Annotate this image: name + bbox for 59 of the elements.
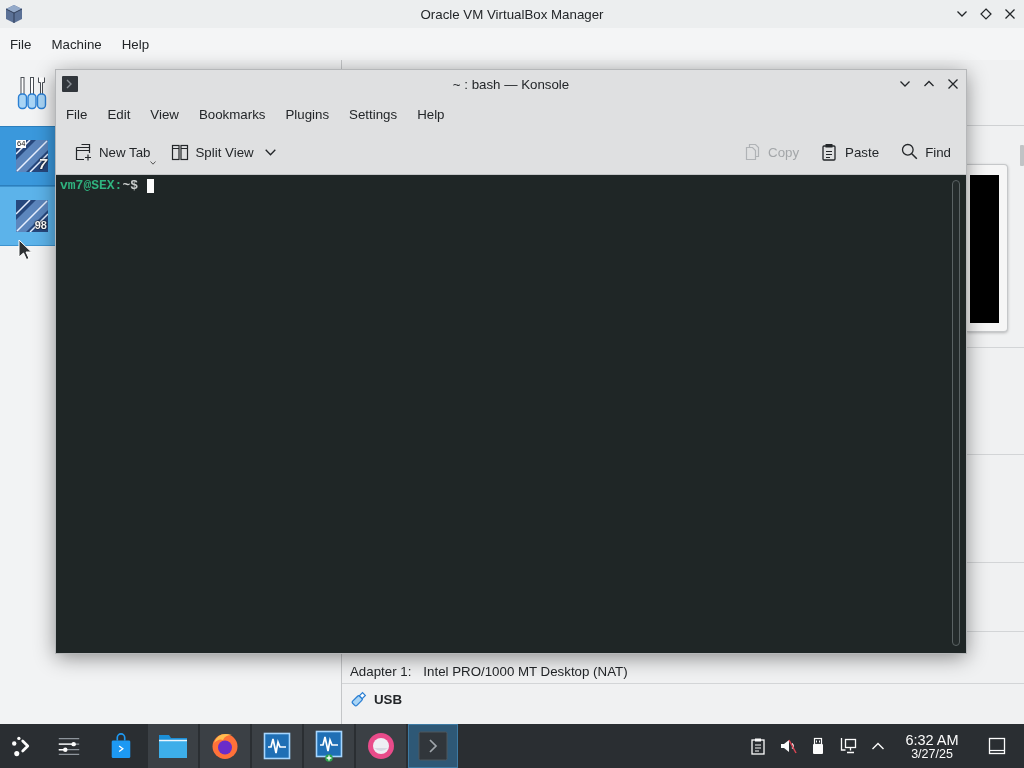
split-view-icon xyxy=(170,143,189,161)
virtual-machine-icon xyxy=(263,732,291,760)
menu-item[interactable]: File xyxy=(0,33,42,55)
web-browser-icon xyxy=(211,732,239,760)
menu-item[interactable]: Machine xyxy=(41,33,112,55)
close-icon[interactable] xyxy=(947,78,959,90)
maximize-icon[interactable] xyxy=(980,8,992,20)
paste-button[interactable]: Paste xyxy=(815,139,886,165)
usb-stick-icon xyxy=(350,690,368,708)
window-title: ~ : bash — Konsole xyxy=(452,76,570,92)
network-icon[interactable] xyxy=(839,737,857,755)
search-icon xyxy=(901,143,919,161)
terminal-icon xyxy=(418,731,448,761)
os-logo-icon xyxy=(16,200,48,232)
virtual-machine-add-icon xyxy=(315,730,343,762)
section-title: USB xyxy=(374,691,403,707)
os-version-label: 98 xyxy=(34,219,47,231)
detail-value: Intel PRO/1000 MT Desktop (NAT) xyxy=(423,664,628,680)
taskbar-button[interactable] xyxy=(356,724,406,768)
close-icon[interactable] xyxy=(1004,8,1016,20)
folder-icon xyxy=(158,733,188,759)
new-tab-icon xyxy=(74,143,92,161)
menu-item[interactable]: Bookmarks xyxy=(188,103,276,125)
terminal-prompt: vm7@SEX:~$ xyxy=(60,178,139,194)
volume-muted-icon[interactable] xyxy=(779,737,797,755)
paste-icon xyxy=(821,143,839,161)
clipboard-icon[interactable] xyxy=(749,737,767,755)
tools-icon[interactable] xyxy=(17,76,47,110)
caret-down-icon[interactable] xyxy=(264,148,276,156)
find-button[interactable]: Find xyxy=(895,139,957,165)
detail-label: Adapter 1: xyxy=(350,664,412,680)
taskbar-button[interactable] xyxy=(252,724,302,768)
os-version-label: 7 xyxy=(38,156,47,171)
app-launcher-icon xyxy=(10,735,32,757)
scrollbar-thumb[interactable] xyxy=(1020,145,1024,166)
terminal-icon xyxy=(62,76,78,92)
split-view-button[interactable]: Split View xyxy=(164,139,260,165)
caret-up-icon[interactable] xyxy=(871,740,885,752)
menu-item[interactable]: Plugins xyxy=(275,103,340,125)
round-app-icon xyxy=(367,732,395,760)
vm-list-item[interactable]: 98 xyxy=(0,186,55,246)
copy-icon xyxy=(744,143,762,161)
menu-item[interactable]: Settings xyxy=(339,103,408,125)
cube-icon xyxy=(5,4,23,24)
menu-item[interactable]: Help xyxy=(407,103,455,125)
menu-item[interactable]: File xyxy=(56,103,98,125)
clock-date[interactable]: 3/27/25 xyxy=(911,747,953,761)
menu-item[interactable]: Edit xyxy=(97,103,141,125)
taskbar-button[interactable] xyxy=(304,724,354,768)
window-title: Oracle VM VirtualBox Manager xyxy=(420,6,604,22)
show-desktop-icon[interactable] xyxy=(988,737,1006,755)
scrollbar-track[interactable] xyxy=(952,180,960,646)
os-logo-icon xyxy=(16,140,48,172)
mouse-pointer-icon xyxy=(18,239,33,261)
clock-time[interactable]: 6:32 AM xyxy=(905,731,959,748)
menu-item[interactable]: Help xyxy=(111,33,160,55)
new-tab-button[interactable]: New Tab xyxy=(68,139,157,165)
menu-item[interactable]: View xyxy=(140,103,189,125)
cursor-block-icon xyxy=(147,179,155,193)
